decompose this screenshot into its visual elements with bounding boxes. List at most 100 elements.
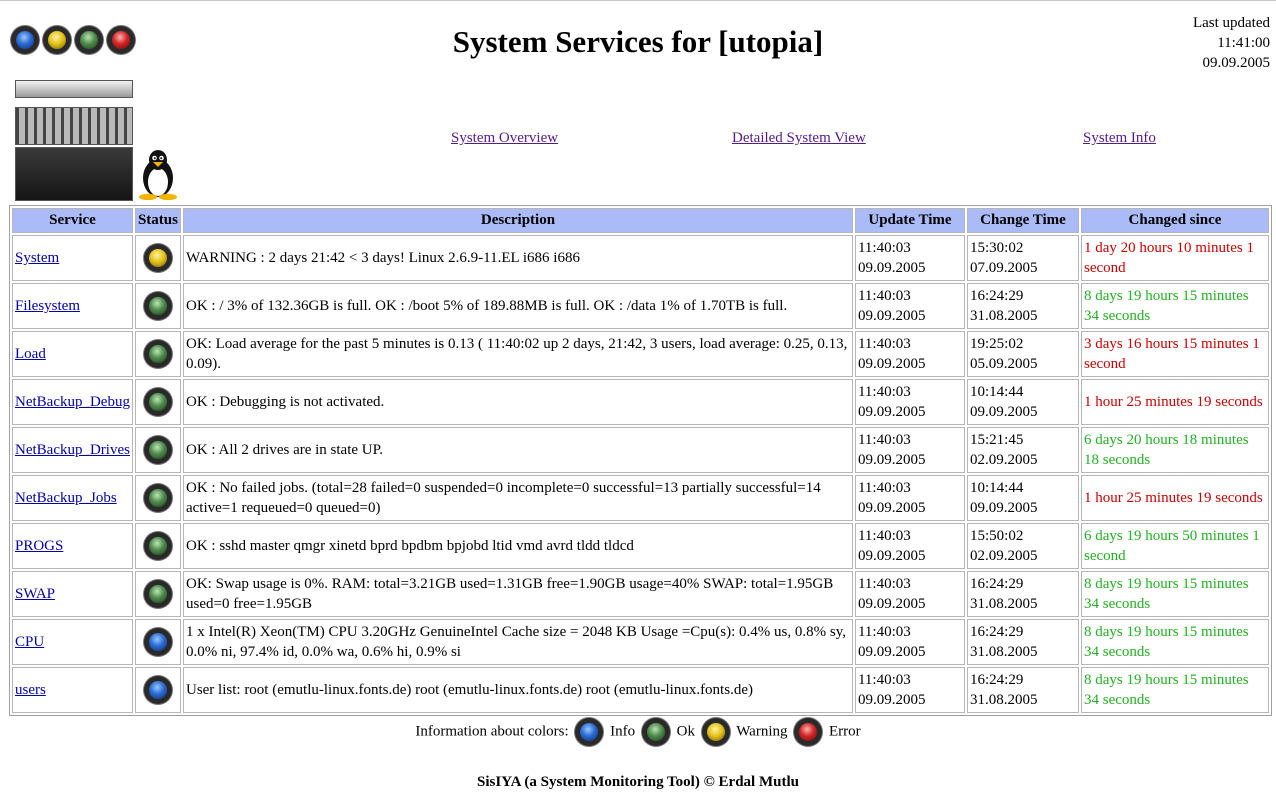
service-link[interactable]: NetBackup_Debug	[15, 394, 130, 410]
service-link[interactable]: NetBackup_Jobs	[15, 490, 117, 506]
column-header-service: Service	[12, 208, 133, 233]
linux-penguin-icon	[139, 150, 177, 200]
update-time-cell: 11:40:03 09.09.2005	[854, 379, 965, 425]
system-overview-link[interactable]: System Overview	[451, 130, 558, 146]
ok-status-icon	[143, 580, 172, 608]
column-header-change-time: Change Time	[966, 208, 1079, 233]
update-time-cell: 11:40:03 09.09.2005	[854, 475, 965, 521]
top-rule	[0, 0, 1276, 1]
update-time: 11:40:03	[857, 336, 911, 352]
update-time: 11:40:03	[857, 288, 911, 304]
change-time-cell: 15:30:02 07.09.2005	[966, 235, 1079, 281]
description-cell: User list: root (emutlu-linux.fonts.de) …	[182, 667, 853, 713]
table-row: CPU 1 x Intel(R) Xeon(TM) CPU 3.20GHz Gen…	[12, 619, 1269, 665]
service-link[interactable]: NetBackup_Drives	[15, 442, 130, 458]
update-date: 09.09.2005	[857, 356, 926, 372]
update-time-cell: 11:40:03 09.09.2005	[854, 331, 965, 377]
changed-since-cell: 6 days 20 hours 18 minutes 18 seconds	[1080, 427, 1269, 473]
column-header-description: Description	[182, 208, 853, 233]
update-time-cell: 11:40:03 09.09.2005	[854, 235, 965, 281]
description-cell: OK : No failed jobs. (total=28 failed=0 …	[182, 475, 853, 521]
status-cell	[134, 475, 181, 521]
status-cell	[134, 571, 181, 617]
service-name-cell: Load	[12, 331, 133, 377]
change-time: 15:50:02	[969, 528, 1024, 544]
warning-status-icon	[143, 244, 172, 272]
ok-status-icon	[143, 388, 172, 416]
service-name-cell: NetBackup_Jobs	[12, 475, 133, 521]
update-time-cell: 11:40:03 09.09.2005	[854, 283, 965, 329]
nav-system-overview: System Overview	[451, 130, 558, 147]
service-link[interactable]: Load	[15, 346, 46, 362]
service-link[interactable]: users	[15, 682, 46, 698]
change-time: 15:30:02	[969, 240, 1024, 256]
status-cell	[134, 283, 181, 329]
update-time: 11:40:03	[857, 576, 911, 592]
update-time-cell: 11:40:03 09.09.2005	[854, 619, 965, 665]
service-link[interactable]: SWAP	[15, 586, 55, 602]
update-date: 09.09.2005	[857, 260, 926, 276]
nav-system-info: System Info	[1083, 130, 1156, 147]
change-date: 02.09.2005	[969, 548, 1038, 564]
status-cell	[134, 331, 181, 377]
update-time-cell: 11:40:03 09.09.2005	[854, 667, 965, 713]
service-link[interactable]: PROGS	[15, 538, 63, 554]
last-updated-time: 11:41:00	[1217, 35, 1270, 51]
update-time: 11:40:03	[857, 672, 911, 688]
legend-info-label: Info	[610, 723, 636, 740]
table-row: NetBackup_Jobs OK : No failed jobs. (tota…	[12, 475, 1269, 521]
status-cell	[134, 667, 181, 713]
ok-status-icon	[143, 340, 172, 368]
rack-server-1u-icon	[15, 80, 133, 98]
service-name-cell: SWAP	[12, 571, 133, 617]
nav-detailed-system-view: Detailed System View	[732, 130, 866, 147]
detailed-system-view-link[interactable]: Detailed System View	[732, 130, 866, 146]
update-date: 09.09.2005	[857, 644, 926, 660]
info-status-icon	[575, 718, 604, 746]
service-link[interactable]: System	[15, 250, 59, 266]
update-date: 09.09.2005	[857, 596, 926, 612]
changed-since-cell: 8 days 19 hours 15 minutes 34 seconds	[1080, 619, 1269, 665]
color-legend-label: Information about colors:	[415, 723, 569, 740]
change-time-cell: 16:24:29 31.08.2005	[966, 283, 1079, 329]
update-date: 09.09.2005	[857, 548, 926, 564]
update-time: 11:40:03	[857, 624, 911, 640]
change-time-cell: 10:14:44 09.09.2005	[966, 475, 1079, 521]
changed-since-cell: 1 hour 25 minutes 19 seconds	[1080, 475, 1269, 521]
service-link[interactable]: CPU	[15, 634, 44, 650]
change-time: 16:24:29	[969, 288, 1024, 304]
system-info-link[interactable]: System Info	[1083, 130, 1156, 146]
changed-since-cell: 1 day 20 hours 10 minutes 1 second	[1080, 235, 1269, 281]
update-date: 09.09.2005	[857, 452, 926, 468]
service-link[interactable]: Filesystem	[15, 298, 80, 314]
change-time: 19:25:02	[969, 336, 1024, 352]
status-cell	[134, 619, 181, 665]
description-cell: OK : Debugging is not activated.	[182, 379, 853, 425]
ok-status-icon	[641, 718, 670, 746]
footer: SisIYA (a System Monitoring Tool) © Erda…	[477, 774, 799, 790]
table-row: users User list: root (emutlu-linux.fonts…	[12, 667, 1269, 713]
update-time-cell: 11:40:03 09.09.2005	[854, 523, 965, 569]
status-cell	[134, 235, 181, 281]
rack-server-storage-icon	[15, 107, 133, 145]
change-date: 07.09.2005	[969, 260, 1038, 276]
changed-since-cell: 6 days 19 hours 50 minutes 1 second	[1080, 523, 1269, 569]
ok-status-icon	[143, 532, 172, 560]
description-cell: OK : sshd master qmgr xinetd bprd bpdbm …	[182, 523, 853, 569]
service-name-cell: NetBackup_Drives	[12, 427, 133, 473]
description-cell: OK: Load average for the past 5 minutes …	[182, 331, 853, 377]
change-date: 31.08.2005	[969, 308, 1038, 324]
legend-error-label: Error	[829, 723, 861, 740]
color-legend: Information about colors: Info Ok Warnin…	[0, 718, 1276, 746]
status-cell	[134, 523, 181, 569]
last-updated-date: 09.09.2005	[1202, 55, 1271, 71]
rack-server-tower-icon	[15, 147, 133, 201]
change-date: 31.08.2005	[969, 596, 1038, 612]
last-updated-label: Last updated	[1192, 15, 1270, 31]
update-time: 11:40:03	[857, 480, 911, 496]
service-name-cell: PROGS	[12, 523, 133, 569]
description-cell: 1 x Intel(R) Xeon(TM) CPU 3.20GHz Genuin…	[182, 619, 853, 665]
update-date: 09.09.2005	[857, 692, 926, 708]
change-date: 02.09.2005	[969, 452, 1038, 468]
info-status-icon	[143, 676, 172, 704]
